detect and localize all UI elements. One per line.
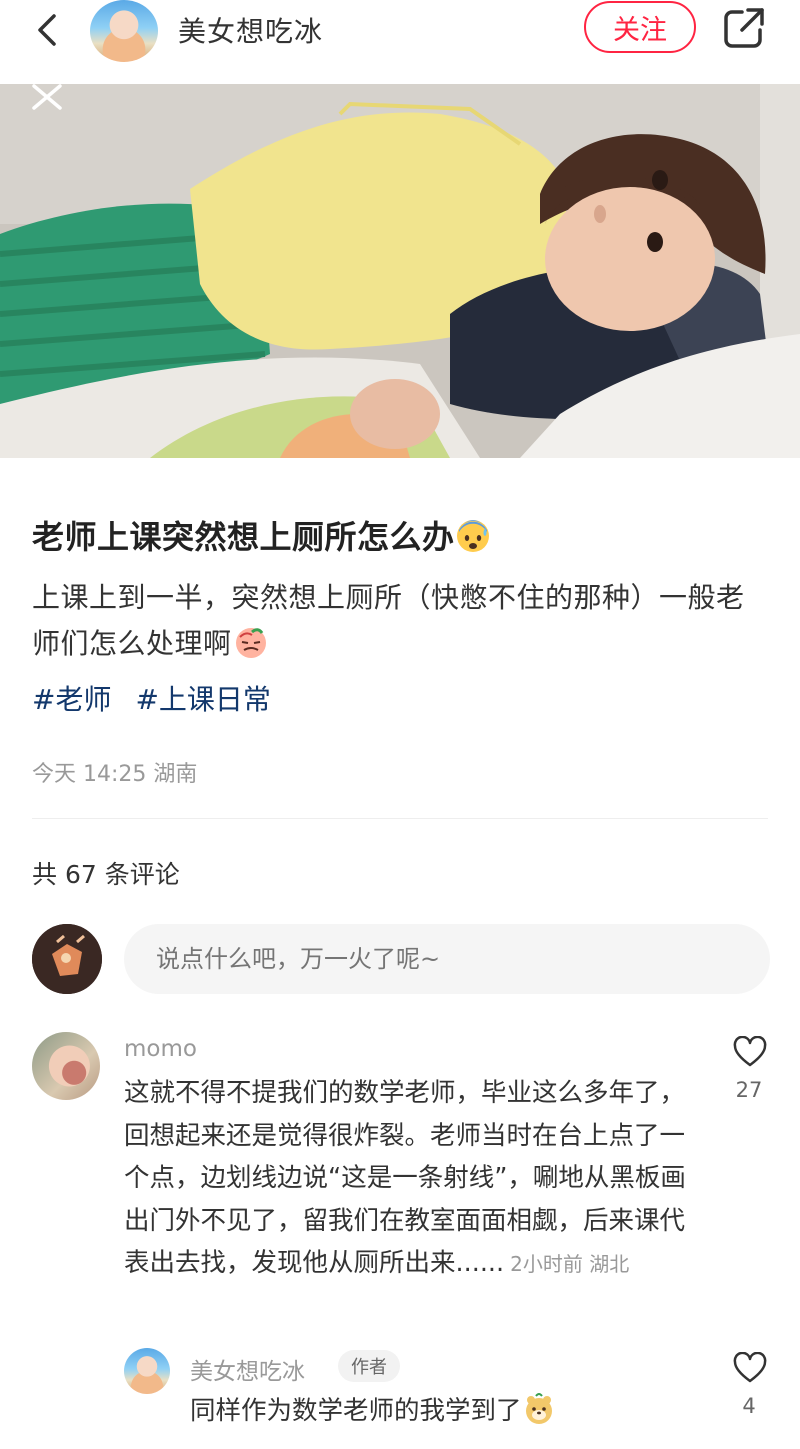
reply-body: 同样作为数学老师的我学到了 — [190, 1396, 522, 1426]
post-image[interactable] — [0, 84, 800, 458]
comment-time-location: 2小时前 湖北 — [510, 1252, 630, 1276]
comment-avatar[interactable] — [32, 1032, 100, 1100]
reply-avatar[interactable] — [124, 1348, 170, 1394]
comment-input[interactable] — [124, 924, 770, 994]
comment-text: 这就不得不提我们的数学老师，毕业这么多年了，回想起来还是觉得很炸裂。老师当时在台… — [124, 1072, 694, 1286]
author-badge: 作者 — [338, 1350, 400, 1382]
tag-class-daily[interactable]: #上课日常 — [135, 683, 270, 716]
reply-username[interactable]: 美女想吃冰 — [190, 1352, 305, 1386]
post-image-illustration — [0, 84, 800, 458]
post-body: 上课上到一半，突然想上厕所（快憋不住的那种）一般老师们怎么处理啊 — [32, 575, 772, 667]
top-bar: 美女想吃冰 关注 — [0, 0, 800, 82]
sad-face-emoji — [235, 628, 266, 658]
post-title-text: 老师上课突然想上厕所怎么办 — [32, 518, 455, 556]
bear-emoji — [525, 1393, 552, 1424]
comment-count: 共 67 条评论 — [32, 860, 180, 889]
comment-username[interactable]: momo — [124, 1036, 197, 1062]
tag-list: #老师 #上课日常 — [32, 678, 295, 718]
anxious-sweat-emoji — [456, 520, 489, 552]
comment-body: 这就不得不提我们的数学老师，毕业这么多年了，回想起来还是觉得很炸裂。老师当时在台… — [124, 1078, 686, 1278]
back-arrow-icon[interactable] — [30, 12, 66, 48]
follow-button[interactable]: 关注 — [584, 1, 696, 53]
close-icon[interactable] — [30, 84, 64, 110]
author-name[interactable]: 美女想吃冰 — [178, 10, 323, 50]
reply-text: 同样作为数学老师的我学到了 — [190, 1390, 556, 1427]
post-body-text: 上课上到一半，突然想上厕所（快憋不住的那种）一般老师们怎么处理啊 — [32, 581, 745, 660]
my-avatar — [32, 924, 102, 994]
comment-like-count: 27 — [735, 1078, 763, 1102]
heart-outline-icon[interactable] — [733, 1036, 767, 1068]
divider — [32, 818, 768, 819]
heart-outline-icon[interactable] — [733, 1352, 767, 1384]
share-icon[interactable] — [722, 6, 766, 50]
tag-teacher[interactable]: #老师 — [32, 683, 111, 716]
author-avatar[interactable] — [90, 0, 158, 62]
post-meta: 今天 14:25 湖南 — [32, 762, 198, 787]
reply-like-count: 4 — [742, 1394, 756, 1418]
post-title: 老师上课突然想上厕所怎么办 — [32, 512, 491, 558]
